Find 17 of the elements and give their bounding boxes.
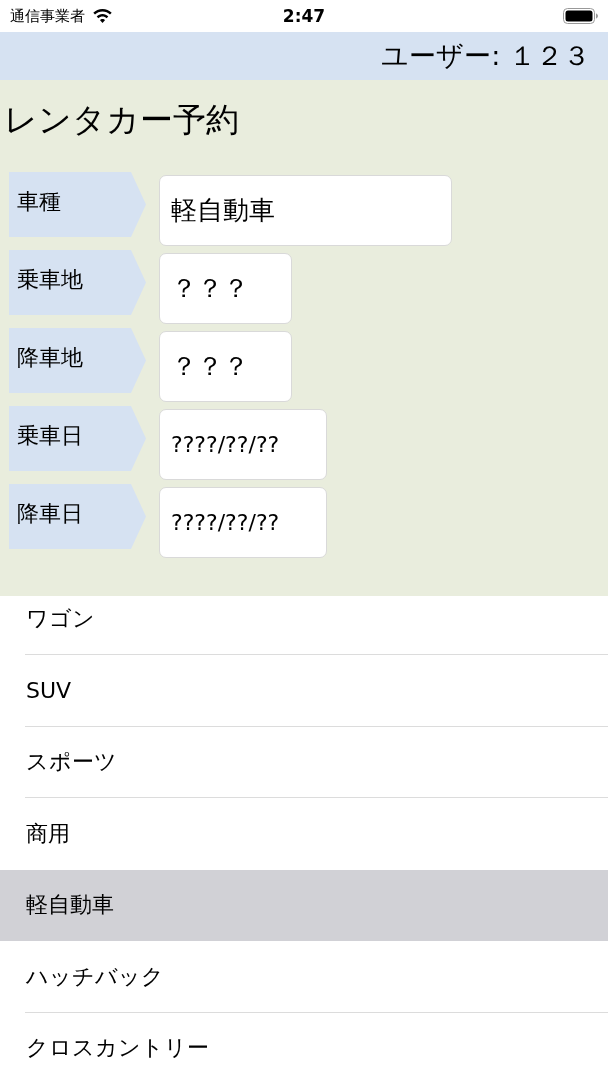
page-title: レンタカー予約: [4, 99, 239, 141]
field-label: 降車地: [9, 328, 146, 393]
carrier-name: 通信事業者: [10, 7, 85, 25]
status-time: 2:47: [282, 6, 326, 26]
user-label: ユーザー: １２３: [381, 40, 590, 72]
battery-icon: [563, 8, 598, 24]
location-field[interactable]: ？？？: [159, 253, 292, 324]
location-field[interactable]: ？？？: [159, 331, 292, 402]
car-type-field[interactable]: 軽自動車: [159, 175, 452, 246]
field-label: 車種: [9, 172, 146, 237]
field-label: 乗車地: [9, 250, 146, 315]
date-field[interactable]: ????/??/??: [159, 409, 327, 480]
list-item[interactable]: 軽自動車: [0, 869, 608, 941]
wifi-icon: [93, 8, 112, 24]
field-label: 乗車日: [9, 406, 146, 471]
date-field[interactable]: ????/??/??: [159, 487, 327, 558]
field-label: 降車日: [9, 484, 146, 549]
